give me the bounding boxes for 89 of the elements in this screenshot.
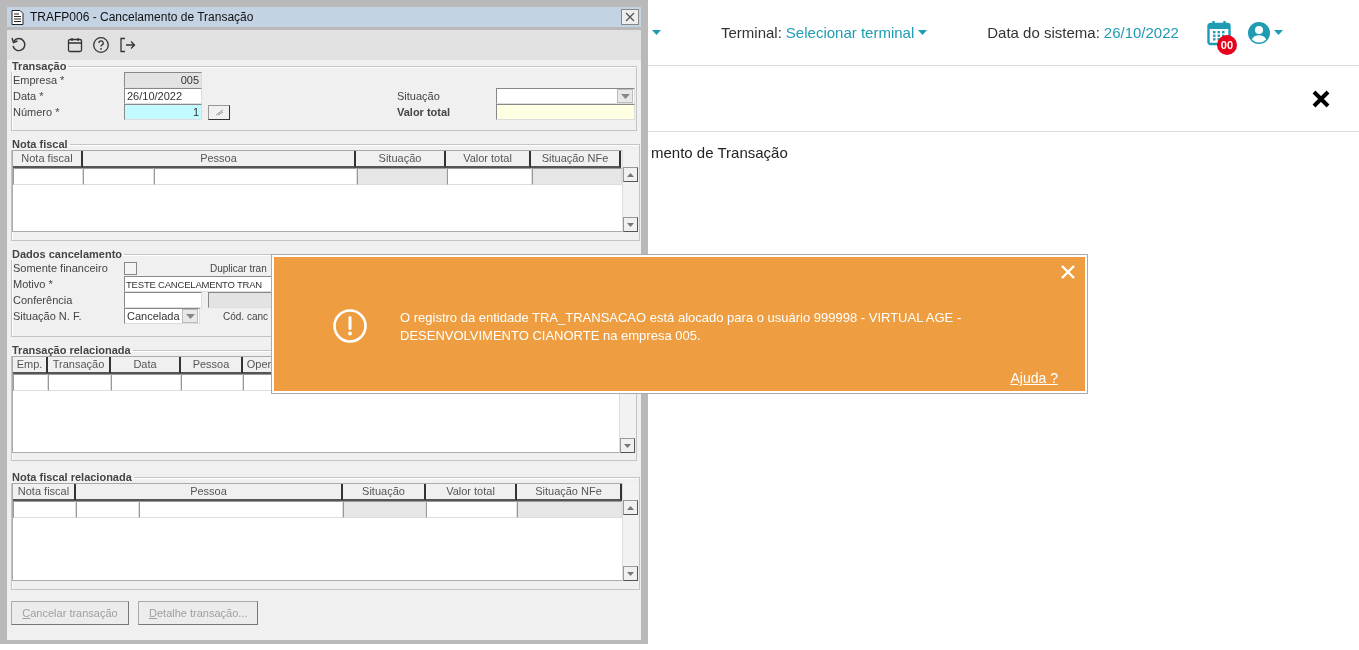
- table-cell[interactable]: [139, 501, 343, 518]
- notification-badge: 00: [1216, 34, 1237, 55]
- alert-message: O registro da entidade TRA_TRANSACAO está alocado para o usuário 999998 - VIRTUAL AGE - DESENVOLVIMENTO CIANORTE na empresa 005.: [400, 309, 963, 345]
- dropdown[interactable]: [496, 88, 635, 104]
- column-header[interactable]: Pessoa: [76, 484, 343, 501]
- input-field[interactable]: 005: [124, 72, 202, 88]
- checkbox[interactable]: [124, 261, 137, 275]
- toolbar-button[interactable]: [10, 36, 28, 54]
- column-header[interactable]: Nota fiscal: [13, 484, 76, 501]
- table-cell[interactable]: [48, 374, 111, 391]
- field-label: Número *: [12, 106, 61, 118]
- scroll-up-button[interactable]: [623, 167, 638, 182]
- dropdown[interactable]: Cancelada: [124, 308, 200, 324]
- system-date-label: Data do sistema:: [987, 24, 1100, 41]
- table-cell[interactable]: [154, 168, 357, 185]
- column-header[interactable]: Valor total: [426, 484, 517, 501]
- caret-icon: [185, 313, 195, 319]
- caret-icon: [620, 93, 630, 99]
- triangle-down-icon: [627, 571, 634, 576]
- column-header[interactable]: Emp.: [13, 357, 48, 374]
- triangle-down-icon: [627, 222, 634, 227]
- caret-icon: [1273, 30, 1283, 35]
- triangle-down-icon: [624, 443, 631, 448]
- page-title: mento de Transação: [651, 144, 788, 161]
- triangle-up-icon: [627, 172, 634, 177]
- field-label: Situação N. F.: [12, 310, 83, 322]
- refresh-icon: [10, 36, 28, 54]
- field-label: Conferência: [12, 294, 74, 306]
- table-cell[interactable]: [83, 168, 154, 185]
- column-header[interactable]: Data: [111, 357, 181, 374]
- column-header[interactable]: Pessoa: [83, 151, 356, 168]
- column-header[interactable]: Transação: [48, 357, 111, 374]
- scroll-down-button[interactable]: [623, 217, 638, 232]
- column-header[interactable]: Situação: [343, 484, 426, 501]
- document-icon: [11, 9, 24, 25]
- user-avatar-icon[interactable]: [1246, 20, 1271, 45]
- window-title: TRAFP006 - Cancelamento de Transação: [30, 10, 255, 24]
- column-header[interactable]: Situação: [356, 151, 446, 168]
- terminal-label: Terminal:: [721, 24, 782, 41]
- group-title: Transação: [11, 60, 68, 72]
- system-date-value: 26/10/2022: [1103, 24, 1179, 41]
- table-cell[interactable]: [111, 374, 181, 391]
- scroll-down-button[interactable]: [620, 438, 635, 453]
- scroll-up-button[interactable]: [623, 500, 638, 515]
- calendar-icon: [66, 36, 84, 54]
- toolbar-button[interactable]: [92, 36, 110, 54]
- field-label: Data *: [12, 90, 45, 102]
- column-header[interactable]: Situação NFe: [531, 151, 621, 168]
- table-cell[interactable]: [13, 168, 83, 185]
- input-field[interactable]: [124, 292, 202, 308]
- group-title: Nota fiscal relacionada: [11, 471, 133, 483]
- field-label: Cód. canc: [223, 310, 269, 322]
- column-header[interactable]: Valor total: [446, 151, 531, 168]
- triangle-up-icon: [627, 505, 634, 510]
- input-field[interactable]: 1: [124, 104, 202, 120]
- help-icon: [92, 36, 110, 54]
- toolbar-button[interactable]: [118, 36, 136, 54]
- group-title: Dados cancelamento: [11, 248, 124, 260]
- field-label: Motivo *: [12, 278, 54, 290]
- scroll-down-button[interactable]: [623, 566, 638, 581]
- close-icon[interactable]: [1311, 88, 1331, 109]
- scrollbar[interactable]: [622, 150, 638, 232]
- column-header[interactable]: Pessoa: [181, 357, 243, 374]
- caret-icon: [918, 30, 928, 35]
- warning-icon: [332, 308, 368, 344]
- group-title: Transação relacionada: [11, 344, 132, 356]
- table-cell[interactable]: [76, 501, 139, 518]
- exit-icon: [118, 36, 136, 54]
- search-button[interactable]: [208, 104, 230, 120]
- table-cell[interactable]: [447, 168, 532, 185]
- field-label: Situação: [397, 90, 441, 102]
- field-label: Empresa *: [12, 74, 66, 86]
- field-label: Somente financeiro: [12, 262, 109, 274]
- input-field[interactable]: 26/10/2022: [124, 88, 202, 104]
- column-header[interactable]: Nota fiscal: [13, 151, 83, 168]
- close-button[interactable]: [621, 9, 639, 25]
- table-cell[interactable]: [181, 374, 243, 391]
- table-cell[interactable]: [426, 501, 517, 518]
- slash-icon: [214, 108, 224, 116]
- group-title: Nota fiscal: [11, 138, 69, 150]
- field-label: Valor total: [397, 106, 452, 118]
- table-cell[interactable]: [13, 374, 48, 391]
- field-label: Duplicar tran: [210, 262, 267, 274]
- toolbar-button[interactable]: [66, 36, 84, 54]
- caret-icon: [652, 30, 661, 35]
- column-header[interactable]: Situação NFe: [517, 484, 622, 501]
- scrollbar[interactable]: [622, 483, 638, 581]
- input-field[interactable]: [496, 104, 635, 120]
- table-cell[interactable]: [13, 501, 76, 518]
